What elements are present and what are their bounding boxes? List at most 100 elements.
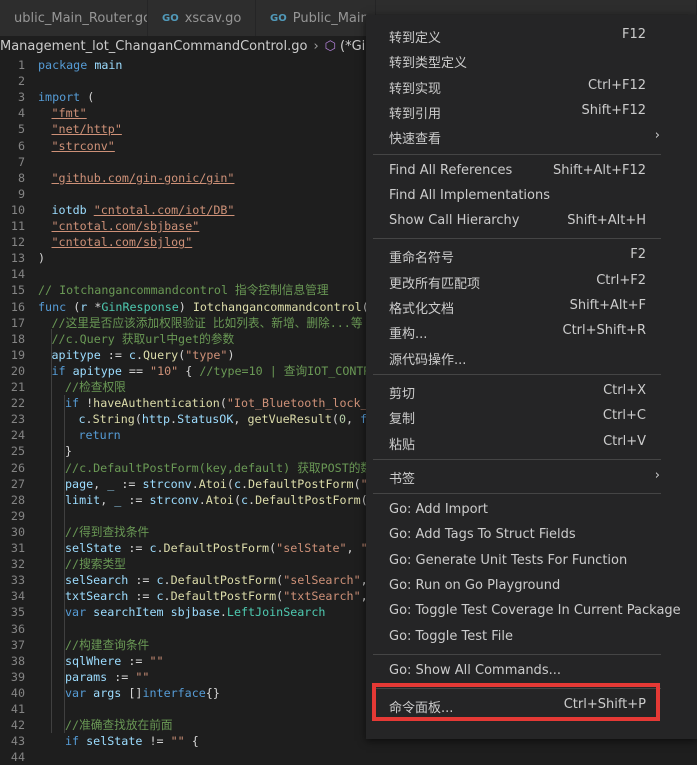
menu-item[interactable]: 粘贴 Ctrl+V	[366, 430, 697, 455]
code-text: txtSearch := c.DefaultPostForm("txtSearc…	[65, 589, 382, 604]
code-text: "github.com/gin-gonic/gin"	[51, 170, 235, 185]
menu-item[interactable]: 转到定义 F12	[366, 23, 697, 48]
line-number: 36	[10, 621, 25, 636]
code-text: //这里是否应该添加权限验证 比如列表、新增、删除...等	[51, 315, 363, 330]
menu-item[interactable]: 重命名符号 F2	[366, 243, 697, 268]
line-number: 29	[10, 508, 25, 523]
line-number: 44	[10, 750, 25, 765]
line-number: 7	[17, 154, 25, 169]
go-file-icon: GO	[162, 12, 179, 24]
chevron-right-icon: ›	[654, 467, 660, 483]
menu-item-label: Find All Implementations	[389, 187, 551, 203]
line-number: 22	[10, 396, 25, 411]
line-number: 1	[17, 58, 25, 72]
menu-item-label: 转到定义	[389, 31, 442, 46]
menu-item-label: Go: Run on Go Playground	[389, 578, 561, 593]
line-number: 24	[10, 428, 25, 443]
menu-separator	[373, 373, 661, 375]
code-text: //c.Query 获取url中get的参数	[51, 331, 235, 346]
line-number: 17	[10, 315, 25, 330]
line-number: 15	[10, 283, 25, 298]
menu-item-shortcut: Ctrl+F12	[587, 77, 646, 93]
code-line[interactable]: 44	[0, 749, 697, 765]
tab-label: Public_Main_	[292, 10, 376, 26]
line-number: 14	[10, 267, 25, 282]
menu-item[interactable]: Find All Implementations	[366, 184, 697, 209]
menu-item-label: Go: Add Tags To Struct Fields	[389, 527, 576, 543]
menu-item-shortcut: Shift+Alt+F12	[553, 162, 646, 178]
code-text: var args []interface{}	[65, 685, 220, 700]
code-text: //构建查询条件	[65, 637, 150, 652]
tab-2[interactable]: GO Public_Main_	[256, 0, 376, 36]
menu-item[interactable]: 快速查看 ›	[366, 124, 697, 149]
code-text: "cntotal.com/sbjbase"	[51, 219, 200, 233]
tab-0[interactable]: ublic_Main_Router.go	[0, 0, 148, 36]
menu-item[interactable]: 源代码操作...	[366, 345, 697, 370]
menu-item[interactable]: Find All References Shift+Alt+F12	[366, 159, 697, 184]
code-text: package main	[38, 58, 123, 72]
code-text: page, _ := strconv.Atoi(c.DefaultPostFor…	[65, 476, 382, 491]
method-cube-icon: ⬡	[324, 39, 336, 54]
breadcrumb-file[interactable]: Management_lot_ChanganCommandControl.go	[0, 39, 307, 54]
menu-item-label: 源代码操作...	[389, 352, 467, 368]
menu-item[interactable]: 转到引用 Shift+F12	[366, 99, 697, 124]
line-number: 19	[10, 347, 25, 362]
menu-item[interactable]: Go: Add Import	[366, 498, 697, 523]
menu-item[interactable]: 格式化文档 Shift+Alt+F	[366, 294, 697, 319]
menu-item-label: 格式化文档	[389, 302, 455, 317]
code-text: params := ""	[65, 669, 150, 684]
menu-item-shortcut: Ctrl+F2	[596, 272, 646, 288]
menu-item-label: 重命名符号	[389, 251, 455, 267]
menu-item[interactable]: 书签 ›	[366, 464, 697, 489]
line-number: 12	[10, 235, 25, 250]
menu-item[interactable]: 剪切 Ctrl+X	[366, 379, 697, 404]
menu-item[interactable]: Go: Toggle Test File	[366, 625, 697, 650]
line-number: 10	[10, 202, 25, 217]
menu-item[interactable]: 转到类型定义	[366, 48, 697, 73]
code-text: func (r *GinResponse) Iotchangancommandc…	[38, 299, 376, 314]
menu-item-label: 复制	[389, 412, 416, 428]
menu-item[interactable]: Go: Toggle Test Coverage In Current Pack…	[366, 599, 697, 624]
menu-item-label: 转到类型定义	[389, 56, 468, 72]
menu-item[interactable]: 转到实现 Ctrl+F12	[366, 74, 697, 99]
menu-item-label: 快速查看	[389, 132, 442, 148]
line-number: 13	[10, 251, 25, 266]
code-text: )	[38, 251, 46, 266]
chevron-right-icon: ›	[313, 39, 319, 54]
line-number: 34	[10, 589, 25, 604]
menu-item[interactable]: Go: Generate Unit Tests For Function	[366, 549, 697, 574]
menu-separator	[373, 153, 661, 155]
menu-item-label: Go: Show All Commands...	[389, 662, 561, 678]
menu-item[interactable]: Go: Show All Commands...	[366, 659, 697, 684]
code-text: "fmt"	[51, 106, 87, 121]
menu-item-label: 更改所有匹配项	[389, 276, 481, 292]
line-number: 33	[10, 573, 25, 588]
line-number: 39	[10, 669, 25, 684]
code-text: c.String(http.StatusOK, getVueResult(0, …	[78, 412, 382, 427]
code-text: // Iotchangancommandcontrol 指令控制信息管理	[38, 283, 329, 298]
menu-item[interactable]: 复制 Ctrl+C	[366, 404, 697, 429]
line-number: 40	[10, 685, 25, 700]
menu-item-label: Go: Generate Unit Tests For Function	[389, 552, 628, 568]
menu-item[interactable]: Go: Run on Go Playground	[366, 574, 697, 599]
menu-separator	[373, 653, 661, 655]
line-number: 18	[10, 331, 25, 346]
code-text: apitype := c.Query("type")	[51, 347, 235, 362]
line-number: 23	[10, 412, 25, 427]
menu-item[interactable]: 重构... Ctrl+Shift+R	[366, 319, 697, 344]
code-text: if !haveAuthentication("Iot_Bluetooth_lo…	[65, 396, 382, 411]
line-number: 4	[17, 106, 25, 121]
line-number: 21	[10, 380, 25, 394]
menu-item-label: 书签	[389, 471, 416, 487]
menu-item[interactable]: Show Call Hierarchy Shift+Alt+H	[366, 209, 697, 234]
tab-1[interactable]: GO xscav.go	[148, 0, 256, 36]
indent-guide	[51, 328, 52, 734]
code-text: sqlWhere := ""	[65, 653, 164, 668]
menu-separator	[373, 493, 661, 495]
menu-item[interactable]: 更改所有匹配项 Ctrl+F2	[366, 269, 697, 294]
menu-item-label: 转到引用	[389, 106, 442, 122]
line-number: 27	[10, 476, 25, 491]
line-number: 31	[10, 541, 25, 555]
menu-item-shortcut: Shift+Alt+H	[567, 213, 646, 229]
menu-item[interactable]: Go: Add Tags To Struct Fields	[366, 523, 697, 548]
